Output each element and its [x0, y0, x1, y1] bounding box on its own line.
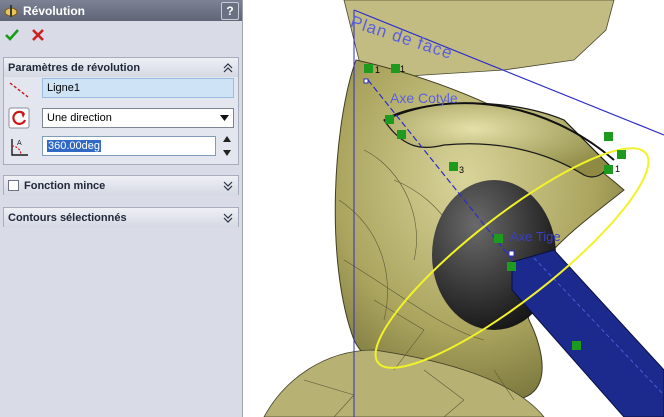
direction-select-value: Une direction	[47, 112, 112, 124]
angle-icon: A	[11, 139, 28, 156]
revolve-feature-icon	[4, 4, 18, 17]
relation-number: 1	[375, 65, 380, 75]
revolve-parameters-header[interactable]: Paramètres de révolution	[4, 58, 238, 77]
cotyle-axis-label: Axe Cotyle	[390, 90, 458, 106]
collapse-chevron-icon[interactable]	[221, 61, 235, 75]
expand-chevron-icon[interactable]	[221, 179, 235, 193]
axis-line-icon	[9, 82, 29, 98]
axis-selection-field[interactable]: Ligne1	[42, 78, 234, 98]
sketch-point	[363, 78, 369, 84]
property-manager-panel: Révolution ? Paramètres de révolution Li…	[0, 0, 243, 417]
reverse-direction-icon[interactable]	[8, 107, 30, 129]
spin-up-icon[interactable]	[223, 136, 231, 142]
panel-title: Révolution	[23, 3, 85, 18]
thin-feature-header[interactable]: Fonction mince	[4, 176, 238, 195]
expand-chevron-icon[interactable]	[221, 211, 235, 225]
revolve-parameters-group: Paramètres de révolution Ligne1 Une dire…	[3, 57, 239, 165]
direction-select[interactable]: Une direction	[42, 108, 234, 128]
sketch-point	[508, 250, 515, 257]
angle-spinner[interactable]	[220, 136, 234, 156]
tige-axis-label: Axe Tige	[510, 229, 561, 244]
checkmark-icon	[5, 28, 19, 41]
ok-button[interactable]	[4, 27, 20, 43]
confirm-cancel-row	[0, 21, 242, 48]
model-view: 1 1 3 1	[263, 0, 664, 417]
svg-text:A: A	[17, 140, 22, 147]
relation-number: 1	[400, 64, 405, 74]
selected-contours-header[interactable]: Contours sélectionnés	[4, 208, 238, 227]
dropdown-arrow-icon	[220, 115, 229, 121]
selected-contours-title: Contours sélectionnés	[8, 211, 127, 224]
panel-titlebar: Révolution ?	[0, 0, 242, 21]
cancel-button[interactable]	[30, 27, 46, 43]
spin-down-icon[interactable]	[223, 150, 231, 156]
help-button[interactable]: ?	[221, 1, 239, 20]
thin-feature-checkbox[interactable]	[8, 180, 19, 191]
angle-input-value: 360.00deg	[47, 140, 101, 152]
revolve-parameters-title: Paramètres de révolution	[8, 61, 141, 74]
selected-contours-group: Contours sélectionnés	[3, 207, 239, 227]
relation-number: 3	[459, 165, 464, 175]
cross-icon	[32, 28, 44, 41]
angle-input[interactable]: 360.00deg	[42, 136, 216, 156]
relation-number: 1	[615, 164, 620, 174]
thin-feature-group: Fonction mince	[3, 175, 239, 195]
graphics-viewport[interactable]: 1 1 3 1 Plan de face Axe Cotyle Axe Tige	[244, 0, 664, 417]
thin-feature-title: Fonction mince	[24, 179, 106, 192]
